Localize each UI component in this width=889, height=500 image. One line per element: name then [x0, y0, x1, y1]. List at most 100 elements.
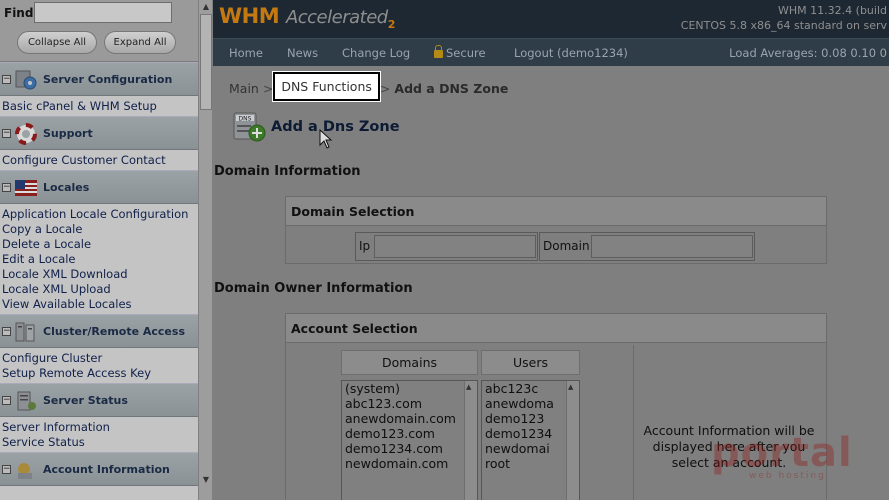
section-links: Basic cPanel & WHM Setup	[0, 96, 198, 116]
scroll-up-icon[interactable]: ▲	[466, 383, 471, 391]
find-input[interactable]	[34, 2, 172, 23]
account-info-icon	[18, 463, 32, 479]
section-title: Cluster/Remote Access	[43, 325, 185, 338]
scroll-down-icon[interactable]: ▼	[200, 474, 212, 486]
sidebar-scrollbar[interactable]: ▲ ▼	[198, 0, 212, 500]
sidebar-link-remote-access-key[interactable]: Setup Remote Access Key	[2, 366, 198, 381]
watermark-logo: portal	[711, 430, 853, 476]
domain-information-heading: Domain Information	[214, 164, 361, 179]
nav-logout[interactable]: Logout (demo1234)	[514, 46, 628, 60]
server-version: WHM 11.32.4 (build	[778, 4, 887, 17]
logo-accelerated: Accelerated	[285, 7, 388, 28]
sidebar-link-service-status[interactable]: Service Status	[2, 435, 198, 450]
breadcrumb-separator: >	[379, 81, 391, 96]
page-title: Add a Dns Zone	[271, 119, 400, 135]
logo-two: 2	[387, 18, 396, 32]
section-title: Server Configuration	[43, 73, 173, 86]
server-info: WHM 11.32.4 (build CENTOS 5.8 x86_64 sta…	[681, 3, 887, 33]
list-item[interactable]: root	[482, 456, 579, 471]
load-averages: Load Averages: 0.08 0.10 0	[729, 46, 887, 60]
list-item[interactable]: newdomain.com	[342, 456, 477, 471]
scrollbar-thumb[interactable]	[200, 14, 212, 110]
section-server-status[interactable]: − Server Status	[0, 383, 198, 417]
list-item[interactable]: abc123c	[482, 381, 579, 396]
list-item[interactable]: anewdoma	[482, 396, 579, 411]
domain-owner-heading: Domain Owner Information	[214, 281, 413, 296]
section-title: Locales	[43, 181, 90, 194]
list-item[interactable]: demo123.com	[342, 426, 477, 441]
sidebar-link-copy-locale[interactable]: Copy a Locale	[2, 222, 198, 237]
nav-secure[interactable]: Secure	[434, 45, 486, 60]
domain-input[interactable]	[591, 235, 753, 258]
lifebuoy-icon	[15, 123, 37, 145]
sidebar-link-delete-locale[interactable]: Delete a Locale	[2, 237, 198, 252]
users-listbox[interactable]: abc123c anewdoma demo123 demo1234 newdom…	[481, 380, 580, 500]
find-label: Find	[4, 6, 34, 20]
collapse-all-button[interactable]: Collapse All	[17, 31, 97, 54]
mouse-cursor-icon	[319, 129, 333, 149]
nav-change-log[interactable]: Change Log	[342, 46, 410, 60]
main-content: WHM Accelerated2 WHM 11.32.4 (build CENT…	[213, 0, 889, 500]
sidebar-link-app-locale-config[interactable]: Application Locale Configuration	[2, 207, 198, 222]
sidebar-link-edit-locale[interactable]: Edit a Locale	[2, 252, 198, 267]
nav-secure-label: Secure	[446, 46, 486, 60]
collapse-toggle-icon[interactable]: −	[2, 75, 11, 84]
list-item[interactable]: (system)	[342, 381, 477, 396]
domains-listbox[interactable]: (system) abc123.com anewdomain.com demo1…	[341, 380, 478, 500]
sidebar-link-customer-contact[interactable]: Configure Customer Contact	[2, 153, 198, 168]
breadcrumb-main[interactable]: Main	[229, 81, 259, 96]
breadcrumb: Main > DNS Functions > Add a DNS Zone	[229, 72, 508, 103]
dns-add-icon: DNS	[233, 112, 266, 142]
gear-globe-icon	[15, 70, 37, 90]
find-bar: Find Collapse All Expand All	[0, 0, 198, 62]
watermark-subtitle: web hosting	[749, 471, 826, 481]
whm-logo: WHM Accelerated2	[219, 4, 395, 31]
expand-all-button[interactable]: Expand All	[104, 31, 176, 54]
sidebar-link-locale-xml-download[interactable]: Locale XML Download	[2, 267, 198, 282]
server-cluster-icon	[15, 322, 35, 342]
collapse-toggle-icon[interactable]: −	[2, 183, 11, 192]
ip-input[interactable]	[374, 235, 536, 258]
domains-column-header: Domains	[341, 350, 478, 375]
list-item[interactable]: demo123	[482, 411, 579, 426]
scroll-up-icon[interactable]: ▲	[200, 1, 212, 13]
list-item[interactable]: demo1234.com	[342, 441, 477, 456]
list-item[interactable]: newdomai	[482, 441, 579, 456]
listbox-scrollbar[interactable]: ▲	[464, 381, 477, 500]
list-item[interactable]: abc123.com	[342, 396, 477, 411]
list-item[interactable]: anewdomain.com	[342, 411, 477, 426]
section-locales[interactable]: − Locales	[0, 170, 198, 204]
domain-field-group: Domain	[539, 232, 755, 261]
nav-news[interactable]: News	[287, 46, 318, 60]
dns-icon-text: DNS	[239, 116, 252, 123]
domain-selection-heading: Domain Selection	[286, 197, 826, 226]
section-cluster-remote-access[interactable]: − Cluster/Remote Access	[0, 314, 198, 348]
sidebar-link-view-locales[interactable]: View Available Locales	[2, 297, 198, 312]
nav-home[interactable]: Home	[229, 46, 263, 60]
section-title: Account Information	[43, 463, 170, 476]
section-account-information[interactable]: − Account Information	[0, 452, 198, 486]
ip-label: Ip	[359, 239, 371, 253]
list-item[interactable]: demo1234	[482, 426, 579, 441]
sidebar-link-configure-cluster[interactable]: Configure Cluster	[2, 351, 198, 366]
section-links: Server Information Service Status	[0, 417, 198, 452]
sidebar-link-server-information[interactable]: Server Information	[2, 420, 198, 435]
ip-field-group: Ip	[355, 232, 538, 261]
domain-label: Domain	[543, 239, 590, 253]
sidebar-link-locale-xml-upload[interactable]: Locale XML Upload	[2, 282, 198, 297]
section-support[interactable]: − Support	[0, 116, 198, 150]
sidebar-link-basic-setup[interactable]: Basic cPanel & WHM Setup	[2, 99, 198, 114]
breadcrumb-dns-functions[interactable]: DNS Functions	[273, 72, 380, 101]
collapse-toggle-icon[interactable]: −	[2, 465, 11, 474]
collapse-toggle-icon[interactable]: −	[2, 129, 11, 138]
collapse-toggle-icon[interactable]: −	[2, 327, 11, 336]
scroll-up-icon[interactable]: ▲	[568, 383, 573, 391]
users-column-header: Users	[481, 350, 580, 375]
listbox-scrollbar[interactable]: ▲	[566, 381, 579, 500]
collapse-toggle-icon[interactable]: −	[2, 396, 11, 405]
header-bar: WHM Accelerated2 WHM 11.32.4 (build CENT…	[213, 0, 889, 38]
section-server-configuration[interactable]: − Server Configuration	[0, 62, 198, 96]
lock-icon	[434, 45, 443, 58]
section-links: Application Locale Configuration Copy a …	[0, 204, 198, 314]
server-status-icon	[17, 391, 36, 411]
